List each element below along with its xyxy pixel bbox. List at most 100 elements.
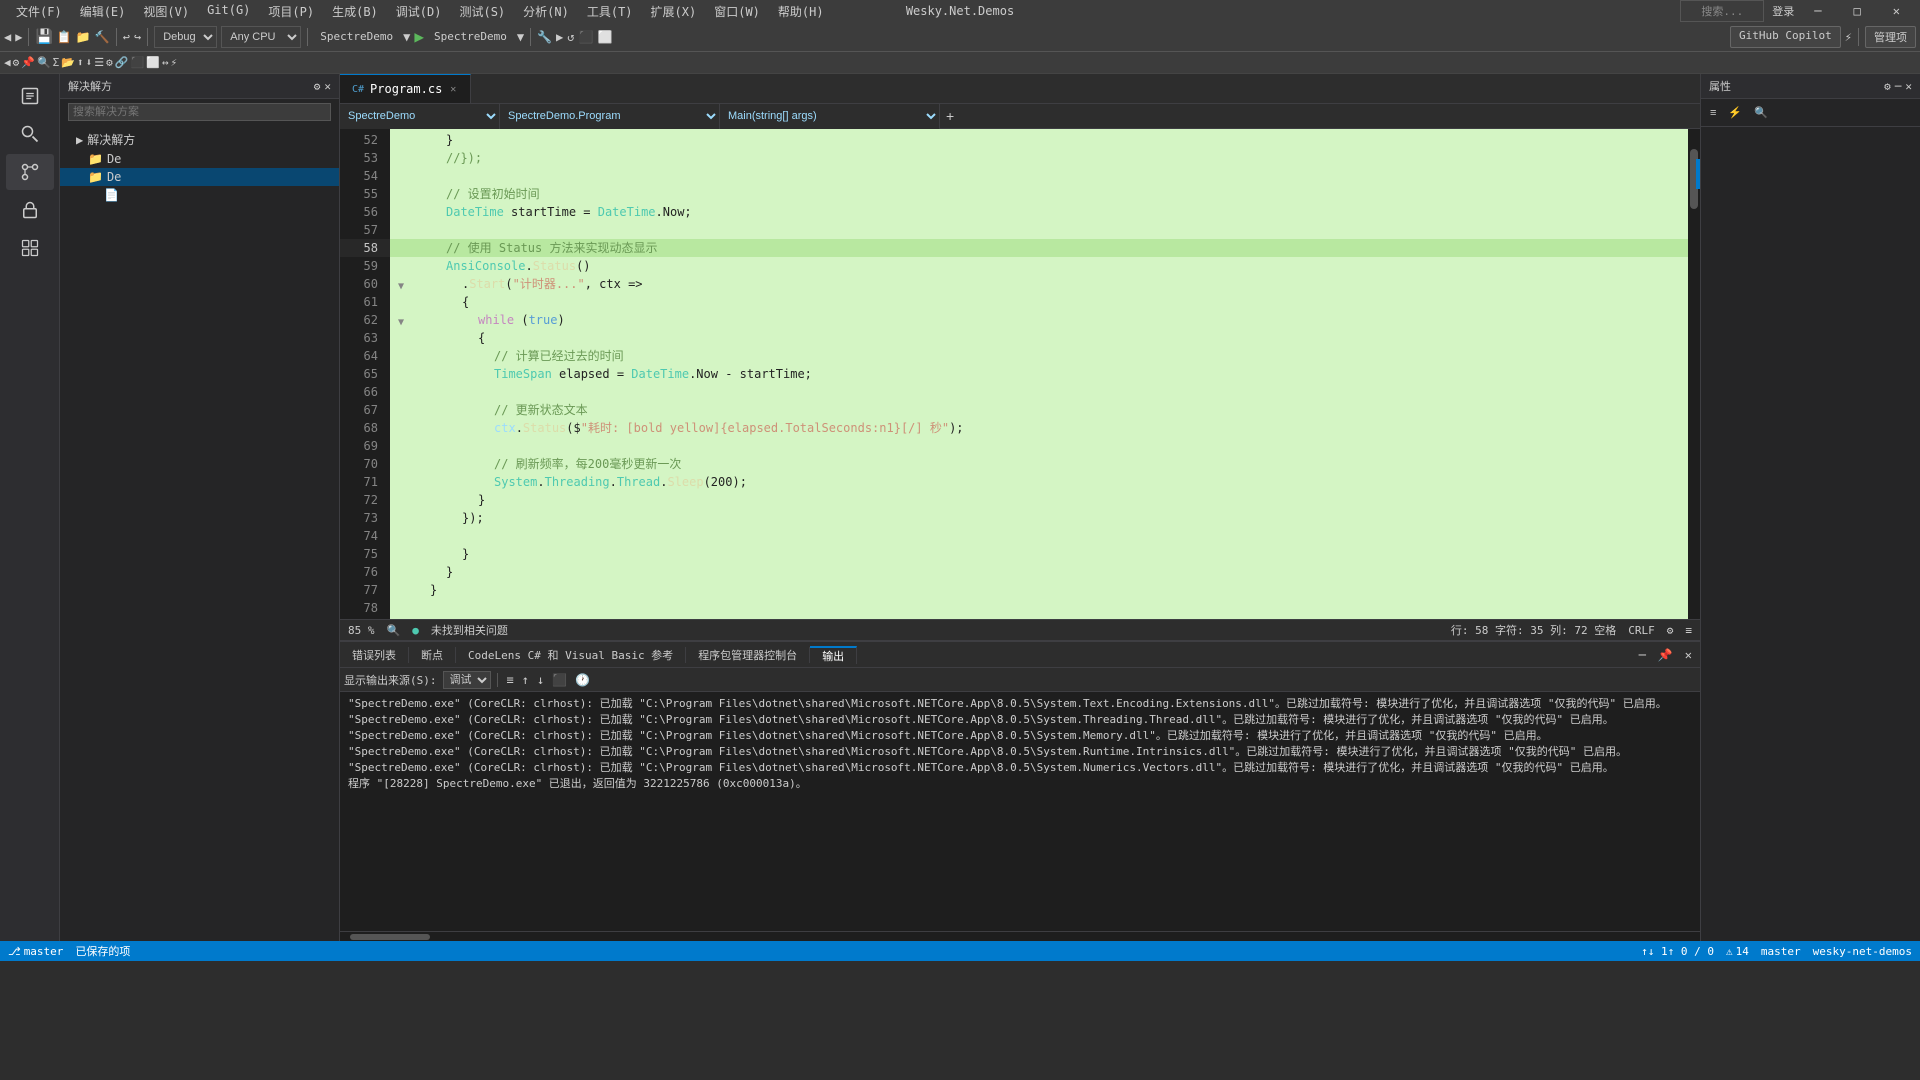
sol-close-icon[interactable]: ✕ xyxy=(324,80,331,93)
bottom-tab-errors[interactable]: 错误列表 xyxy=(340,647,409,663)
toolbar-icon-4[interactable]: 📁 xyxy=(76,30,91,44)
nav-add-button[interactable]: + xyxy=(940,104,960,129)
status-line-info[interactable]: ↑↓ 1↑ 0 / 0 xyxy=(1641,945,1714,958)
editor-gear-icon[interactable]: ⚙ xyxy=(1667,624,1674,637)
toolbar2-icon-11[interactable]: 🔗 xyxy=(115,56,129,69)
sol-gear-icon[interactable]: ⚙ xyxy=(314,80,321,93)
toolbar-icon-10[interactable]: ⬜ xyxy=(597,30,612,44)
menu-view[interactable]: 视图(V) xyxy=(135,1,197,22)
toolbar2-icon-5[interactable]: Σ xyxy=(53,56,60,69)
menu-test[interactable]: 测试(S) xyxy=(451,1,513,22)
properties-close-icon[interactable]: ✕ xyxy=(1905,80,1912,93)
toolbar-icon-3[interactable]: 📋 xyxy=(57,30,72,44)
output-btn-4[interactable]: ⬛ xyxy=(549,673,570,687)
sol-item-de2[interactable]: 📁 De xyxy=(60,168,339,186)
run-project-dropdown[interactable]: ▼ xyxy=(517,30,524,44)
prop-btn-1[interactable]: ≡ xyxy=(1705,104,1721,122)
status-save-label[interactable]: 已保存的项 xyxy=(75,943,130,959)
restore-button[interactable]: □ xyxy=(1842,0,1873,22)
sol-item-nested[interactable]: 📄 xyxy=(60,186,339,204)
prop-btn-3[interactable]: 🔍 xyxy=(1749,103,1773,122)
bottom-tab-breakpoints[interactable]: 断点 xyxy=(409,647,456,663)
output-btn-3[interactable]: ↓ xyxy=(534,673,547,687)
vertical-scrollbar[interactable] xyxy=(1688,129,1700,619)
bottom-tab-nuget[interactable]: 程序包管理器控制台 xyxy=(686,647,810,663)
fold-62[interactable]: ▼ xyxy=(398,314,410,326)
close-button[interactable]: ✕ xyxy=(1881,0,1912,22)
output-hscroll-thumb[interactable] xyxy=(350,934,430,940)
toolbar2-icon-13[interactable]: ⬜ xyxy=(146,56,160,69)
toolbar2-icon-9[interactable]: ☰ xyxy=(94,56,104,69)
toolbar2-icon-1[interactable]: ◀ xyxy=(4,56,11,69)
toolbar-icon-8[interactable]: ↺ xyxy=(567,30,574,44)
project-dropdown[interactable]: ▼ xyxy=(403,30,410,44)
nav-file-select[interactable]: SpectreDemo xyxy=(340,104,500,129)
menu-analyze[interactable]: 分析(N) xyxy=(515,1,577,22)
toolbar2-icon-14[interactable]: ↔ xyxy=(162,56,169,69)
toolbar-icon-save[interactable]: 💾 xyxy=(35,29,52,45)
code-content-area[interactable]: } //}); // 设置初始时间 DateTime startTime = D… xyxy=(390,129,1688,619)
output-source-select[interactable]: 调试 xyxy=(443,671,491,689)
toolbar2-icon-10[interactable]: ⚙ xyxy=(106,56,113,69)
toolbar2-icon-15[interactable]: ⚡ xyxy=(170,56,177,69)
sidebar-icon-debug[interactable] xyxy=(6,192,54,228)
output-close-icon[interactable]: ✕ xyxy=(1677,648,1700,662)
toolbar2-icon-2[interactable]: ⚙ xyxy=(13,56,20,69)
zoom-level[interactable]: 85 % xyxy=(348,624,375,637)
tab-program-cs[interactable]: C# Program.cs ✕ xyxy=(340,74,471,103)
toolbar-icon-9[interactable]: ⬛ xyxy=(578,30,593,44)
toolbar-icon-5[interactable]: 🔨 xyxy=(95,30,110,44)
login-button[interactable]: 登录 xyxy=(1772,3,1794,19)
sol-item-root[interactable]: ▶ 解决解方 xyxy=(60,129,339,150)
status-git-branch[interactable]: ⎇ master xyxy=(8,945,63,958)
menu-debug[interactable]: 调试(D) xyxy=(388,1,450,22)
output-btn-1[interactable]: ≡ xyxy=(504,673,517,687)
toolbar2-icon-6[interactable]: 📂 xyxy=(61,56,75,69)
bottom-tab-codelens[interactable]: CodeLens C# 和 Visual Basic 参考 xyxy=(456,647,686,663)
menu-edit[interactable]: 编辑(E) xyxy=(72,1,134,22)
toolbar-icon-6[interactable]: 🔧 xyxy=(537,30,552,44)
sidebar-icon-search[interactable] xyxy=(6,116,54,152)
minimize-button[interactable]: ─ xyxy=(1802,0,1833,22)
properties-collapse-icon[interactable]: ─ xyxy=(1895,80,1902,93)
fold-60[interactable]: ▼ xyxy=(398,278,410,290)
toolbar2-icon-4[interactable]: 🔍 xyxy=(37,56,51,69)
copilot-icon1[interactable]: ⚡ xyxy=(1845,30,1852,44)
output-content[interactable]: "SpectreDemo.exe" (CoreCLR: clrhost): 已加… xyxy=(340,692,1700,931)
menu-help[interactable]: 帮助(H) xyxy=(770,1,832,22)
toolbar-icon-7[interactable]: ▶ xyxy=(556,30,563,44)
menu-build[interactable]: 生成(B) xyxy=(324,1,386,22)
properties-gear-icon[interactable]: ⚙ xyxy=(1884,80,1891,93)
sol-search-input[interactable] xyxy=(68,103,331,121)
status-repo-name[interactable]: wesky-net-demos xyxy=(1813,945,1912,958)
output-btn-5[interactable]: 🕐 xyxy=(572,673,593,687)
prop-btn-2[interactable]: ⚡ xyxy=(1723,103,1747,122)
status-error-count[interactable]: ⚠ 14 xyxy=(1726,945,1749,958)
settings-icon[interactable]: ≡ xyxy=(1685,624,1692,637)
sidebar-icon-git[interactable] xyxy=(6,154,54,190)
menu-git[interactable]: Git(G) xyxy=(199,1,258,22)
toolbar2-icon-12[interactable]: ⬛ xyxy=(130,56,144,69)
menu-window[interactable]: 窗口(W) xyxy=(706,1,768,22)
sidebar-icon-extensions[interactable] xyxy=(6,230,54,266)
menu-file[interactable]: 文件(F) xyxy=(8,1,70,22)
output-btn-2[interactable]: ↑ xyxy=(519,673,532,687)
toolbar2-icon-3[interactable]: 📌 xyxy=(21,56,35,69)
nav-class-select[interactable]: SpectreDemo.Program xyxy=(500,104,720,129)
toolbar-undo[interactable]: ↩ xyxy=(123,30,130,44)
nav-method-select[interactable]: Main(string[] args) xyxy=(720,104,940,129)
sidebar-icon-explorer[interactable] xyxy=(6,78,54,114)
debug-mode-select[interactable]: Debug xyxy=(154,26,217,48)
toolbar-icon-2[interactable]: ▶ xyxy=(15,30,22,44)
tab-close-button[interactable]: ✕ xyxy=(448,82,458,97)
toolbar-redo[interactable]: ↪ xyxy=(134,30,141,44)
run-button[interactable]: ▶ xyxy=(414,27,424,46)
search-box[interactable]: 搜索... xyxy=(1680,0,1764,22)
bottom-tab-output[interactable]: 输出 xyxy=(810,646,857,664)
copilot-button[interactable]: GitHub Copilot xyxy=(1730,26,1841,48)
status-master-branch[interactable]: master xyxy=(1761,945,1801,958)
toolbar-icon-1[interactable]: ◀ xyxy=(4,30,11,44)
output-hscroll[interactable] xyxy=(340,931,1700,941)
menu-extensions[interactable]: 扩展(X) xyxy=(643,1,705,22)
sol-item-de1[interactable]: 📁 De xyxy=(60,150,339,168)
